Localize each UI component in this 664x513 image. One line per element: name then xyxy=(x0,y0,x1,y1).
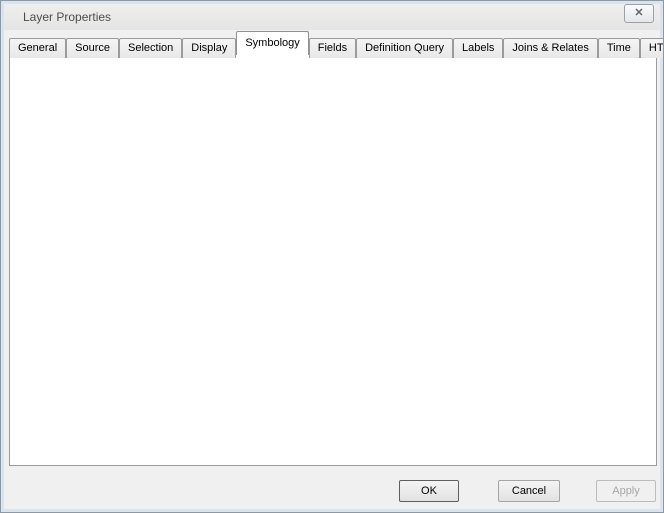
tab-fields[interactable]: Fields xyxy=(309,38,356,58)
ok-button[interactable]: OK xyxy=(399,480,459,502)
tab-html-popup[interactable]: HTML Popup xyxy=(640,38,664,58)
apply-button: Apply xyxy=(596,480,656,502)
title-bar[interactable]: Layer Properties xyxy=(4,4,660,30)
tab-general[interactable]: General xyxy=(9,38,66,58)
cancel-button[interactable]: Cancel xyxy=(498,480,560,502)
layer-properties-dialog: Layer Properties ✕ GeneralSourceSelectio… xyxy=(0,0,664,513)
close-icon: ✕ xyxy=(634,7,643,19)
symbology-tab-page xyxy=(9,53,657,466)
tab-strip: GeneralSourceSelectionDisplaySymbologyFi… xyxy=(9,34,664,54)
tab-labels[interactable]: Labels xyxy=(453,38,503,58)
tab-time[interactable]: Time xyxy=(598,38,640,58)
tab-display[interactable]: Display xyxy=(182,38,236,58)
close-button[interactable]: ✕ xyxy=(624,4,654,23)
tab-joins-relates[interactable]: Joins & Relates xyxy=(503,38,597,58)
tab-definition-query[interactable]: Definition Query xyxy=(356,38,453,58)
tab-source[interactable]: Source xyxy=(66,38,119,58)
window-title: Layer Properties xyxy=(23,10,111,24)
tab-symbology[interactable]: Symbology xyxy=(236,31,308,55)
tab-selection[interactable]: Selection xyxy=(119,38,182,58)
